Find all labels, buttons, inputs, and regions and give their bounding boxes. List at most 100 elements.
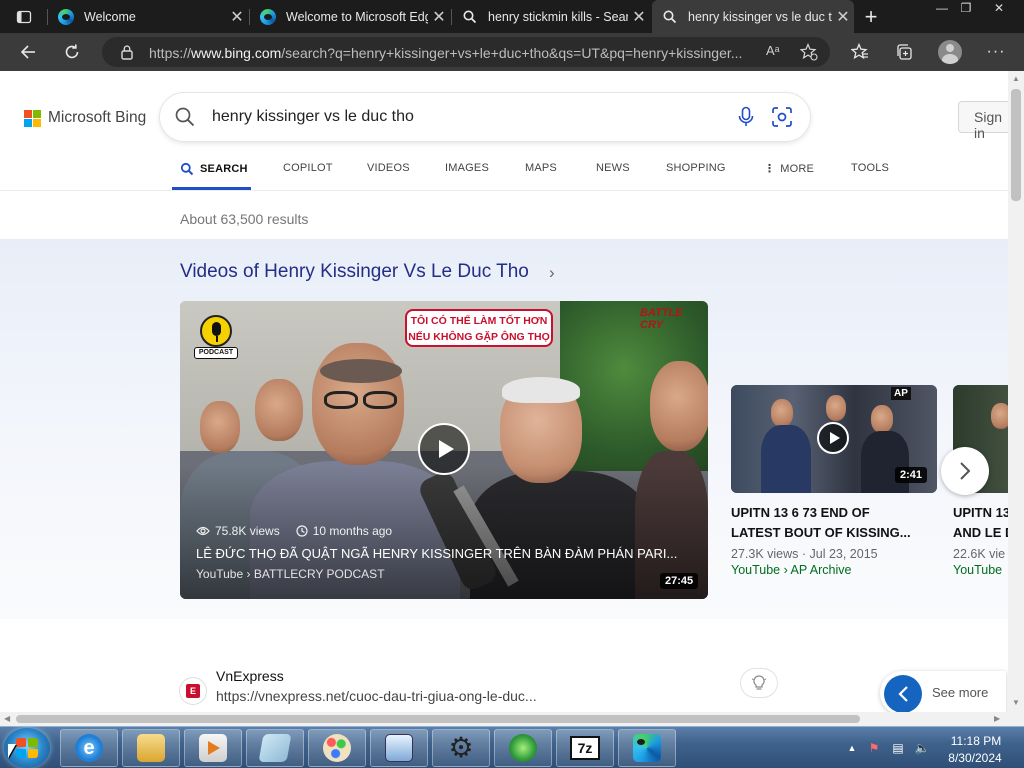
internet-explorer-icon: e bbox=[75, 734, 103, 762]
scroll-left-icon[interactable]: ◀ bbox=[4, 714, 10, 723]
taskbar-file-explorer[interactable] bbox=[122, 729, 180, 767]
thumbnail-caption: TÔI CÓ THỂ LÀM TỐT HƠN NẾU KHÔNG GẶP ÔNG… bbox=[405, 309, 553, 347]
address-bar[interactable]: https://www.bing.com/search?q=henry+kiss… bbox=[102, 37, 830, 67]
taskbar-windows-media[interactable] bbox=[494, 729, 552, 767]
tab-news[interactable]: NEWS bbox=[596, 162, 630, 174]
lightbulb-icon[interactable] bbox=[741, 669, 777, 697]
play-icon[interactable] bbox=[418, 423, 470, 475]
tab-actions-icon bbox=[16, 10, 32, 23]
bing-logo[interactable]: Microsoft Bing bbox=[24, 109, 146, 127]
scroll-right-icon[interactable]: ▶ bbox=[994, 714, 1000, 723]
taskbar-paint[interactable] bbox=[308, 729, 366, 767]
taskbar-media-player[interactable] bbox=[184, 729, 242, 767]
search-box[interactable]: henry kissinger vs le duc tho bbox=[160, 93, 810, 141]
tab-title: Welcome bbox=[84, 9, 136, 24]
logo-text: Microsoft Bing bbox=[48, 109, 147, 126]
system-tray: ▲ ⚑ ▤ 🔈 11:18 PM 8/30/2024 bbox=[840, 727, 1024, 768]
show-hidden-icons-icon[interactable]: ▲ bbox=[844, 741, 860, 755]
vertical-scrollbar[interactable]: ▲ ▼ bbox=[1008, 71, 1024, 712]
edge-icon bbox=[58, 8, 74, 25]
new-tab-button[interactable]: + bbox=[858, 0, 884, 33]
read-aloud-icon[interactable]: Aᵃ bbox=[766, 43, 780, 58]
clock-date[interactable]: 8/30/2024 bbox=[940, 751, 1010, 765]
refresh-button[interactable] bbox=[58, 38, 86, 66]
tab-more[interactable]: ⋮ MORE bbox=[764, 162, 814, 176]
chevron-right-icon[interactable]: › bbox=[549, 263, 555, 283]
close-tab-icon[interactable]: ✕ bbox=[226, 7, 248, 27]
video-title[interactable]: UPITN 13 6 73 END OF LATEST BOUT OF KISSI… bbox=[731, 503, 937, 543]
play-icon[interactable] bbox=[817, 422, 849, 454]
horizontal-scroll-thumb[interactable] bbox=[16, 715, 860, 723]
video-title[interactable]: LÊ ĐỨC THỌ ĐÃ QUẬT NGÃ HENRY KISSINGER T… bbox=[196, 546, 688, 561]
scroll-down-icon[interactable]: ▼ bbox=[1012, 698, 1020, 707]
tab-henry-kissinger[interactable]: henry kissinger vs le duc tho - Search ✕ bbox=[652, 0, 854, 33]
search-input[interactable]: henry kissinger vs le duc tho bbox=[212, 108, 414, 126]
lock-icon[interactable] bbox=[120, 44, 134, 60]
active-tab-indicator bbox=[172, 187, 251, 190]
volume-muted-icon[interactable]: 🔈 bbox=[914, 741, 930, 755]
lightbulb-icon bbox=[751, 675, 767, 690]
video-thumbnail[interactable]: AP 2:41 bbox=[731, 385, 937, 493]
tab-images[interactable]: IMAGES bbox=[445, 162, 489, 174]
profile-button[interactable] bbox=[936, 38, 964, 66]
taskbar-control-panel[interactable] bbox=[370, 729, 428, 767]
gear-icon: ⚙ bbox=[448, 732, 474, 763]
video-views: 27.3K views · Jul 23, 2015 bbox=[731, 547, 878, 561]
scroll-up-icon[interactable]: ▲ bbox=[1012, 74, 1020, 83]
podcast-badge: PODCAST bbox=[194, 315, 238, 365]
vertical-scroll-thumb[interactable] bbox=[1011, 89, 1021, 201]
tab-welcome-edge[interactable]: Welcome to Microsoft Edge ✕ bbox=[250, 0, 450, 33]
tab-welcome[interactable]: Welcome ✕ bbox=[48, 0, 248, 33]
restore-button[interactable]: ❐ bbox=[952, 0, 980, 16]
tab-copilot[interactable]: COPILOT bbox=[283, 162, 333, 174]
search-icon[interactable] bbox=[174, 106, 196, 128]
tab-title: henry kissinger vs le duc tho - Search bbox=[688, 9, 832, 24]
taskbar-7zip[interactable]: 7z bbox=[556, 729, 614, 767]
video-meta: 75.8K views 10 months ago bbox=[196, 524, 392, 538]
tab-maps[interactable]: MAPS bbox=[525, 162, 557, 174]
refresh-icon bbox=[65, 44, 79, 59]
taskbar-edge[interactable] bbox=[618, 729, 676, 767]
clock-icon bbox=[296, 525, 308, 537]
network-icon[interactable]: ▤ bbox=[890, 741, 906, 755]
search-icon bbox=[180, 162, 194, 176]
close-tab-icon[interactable]: ✕ bbox=[428, 7, 450, 27]
video-card[interactable]: AP 2:41 UPITN 13 6 73 END OF LATEST BOUT … bbox=[731, 385, 937, 577]
video-duration: 2:41 bbox=[895, 467, 928, 483]
tab-tools[interactable]: TOOLS bbox=[851, 162, 889, 174]
tab-henry-stickmin[interactable]: henry stickmin kills - Search ✕ bbox=[452, 0, 650, 33]
tab-actions-button[interactable] bbox=[8, 0, 36, 33]
settings-more-button[interactable]: ··· bbox=[982, 38, 1010, 66]
videos-answer: Videos of Henry Kissinger Vs Le Duc Tho … bbox=[0, 239, 1024, 619]
action-center-icon[interactable]: ⚑ bbox=[866, 741, 882, 755]
arrow-left-icon bbox=[20, 45, 35, 59]
taskbar-internet-explorer[interactable]: e bbox=[60, 729, 118, 767]
favorites-button[interactable] bbox=[846, 38, 874, 66]
microphone-icon[interactable] bbox=[737, 106, 755, 128]
carousel-next-button[interactable] bbox=[941, 447, 989, 495]
collections-button[interactable] bbox=[890, 38, 918, 66]
folder-icon bbox=[137, 734, 165, 762]
tab-search[interactable]: SEARCH bbox=[180, 162, 248, 176]
videos-heading-link[interactable]: Videos of Henry Kissinger Vs Le Duc Tho bbox=[180, 261, 529, 283]
clock-time[interactable]: 11:18 PM bbox=[946, 734, 1006, 748]
visual-search-icon[interactable] bbox=[771, 106, 793, 128]
result-site-name[interactable]: VnExpress bbox=[216, 668, 284, 684]
taskbar-settings[interactable]: ⚙ bbox=[432, 729, 490, 767]
see-more-button[interactable]: See more bbox=[880, 671, 1006, 712]
main-video-card[interactable]: PODCAST TÔI CÓ THỂ LÀM TỐT HƠN NẾU KHÔNG… bbox=[180, 301, 708, 599]
horizontal-scrollbar[interactable]: ◀ ▶ bbox=[0, 712, 1008, 726]
result-count: About 63,500 results bbox=[180, 211, 309, 227]
url-text[interactable]: https://www.bing.com/search?q=henry+kiss… bbox=[149, 45, 759, 61]
result-url[interactable]: https://vnexpress.net/cuoc-dau-tri-giua-… bbox=[216, 688, 537, 704]
add-favorite-icon[interactable] bbox=[800, 43, 818, 61]
tab-videos[interactable]: VIDEOS bbox=[367, 162, 410, 174]
ap-badge: AP bbox=[891, 387, 911, 400]
close-tab-icon[interactable]: ✕ bbox=[832, 7, 854, 27]
tab-shopping[interactable]: SHOPPING bbox=[666, 162, 726, 174]
taskbar-notepad[interactable] bbox=[246, 729, 304, 767]
close-tab-icon[interactable]: ✕ bbox=[628, 7, 650, 27]
back-button[interactable] bbox=[14, 38, 42, 66]
avatar bbox=[938, 40, 962, 64]
close-window-button[interactable]: ✕ bbox=[984, 0, 1014, 16]
